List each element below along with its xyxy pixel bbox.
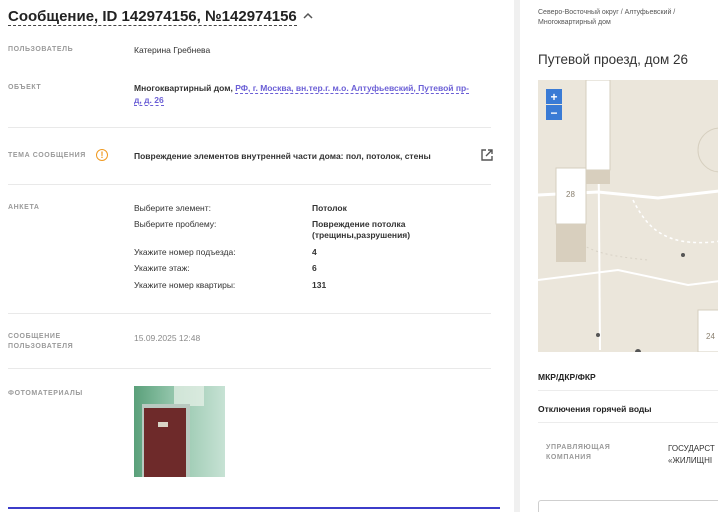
photo-door-number [158,422,168,427]
zoom-in-button[interactable]: + [546,89,562,104]
photo-door [144,408,186,477]
photo-thumbnail[interactable] [134,386,225,477]
mkr-label[interactable]: МКР/ДКР/ФКР [538,372,596,382]
divider [538,422,718,423]
address-title: Путевой проезд, дом 26 [538,52,689,67]
object-type: Многоквартирный дом, [134,83,236,93]
answer-floor: 6 [312,263,317,273]
user-label: ПОЛЬЗОВАТЕЛЬ [8,46,74,53]
mgmt-label-2: КОМПАНИЯ [546,454,592,461]
user-message-date: 15.09.2025 12:48 [134,333,201,343]
divider [8,184,491,185]
object-info-panel: Северо-Восточный округ / Алтуфьевский / … [520,0,718,512]
message-header[interactable]: Сообщение, ID 142974156, №142974156 [8,8,313,26]
building-number-28: 28 [566,190,575,199]
photo-light [174,386,204,406]
mgmt-value-1: ГОСУДАРСТ [668,444,715,453]
breadcrumb-line-2[interactable]: Многоквартирный дом [538,19,611,26]
question-floor: Укажите этаж: [134,263,190,273]
chevron-up-icon[interactable] [303,10,313,22]
mgmt-label-1: УПРАВЛЯЮЩАЯ [546,444,611,451]
question-problem: Выберите проблему: [134,219,217,229]
user-message-label-2: ПОЛЬЗОВАТЕЛЯ [8,343,74,350]
message-panel: Сообщение, ID 142974156, №142974156 ПОЛЬ… [0,0,510,512]
question-element: Выберите элемент: [134,203,211,213]
object-address-link[interactable]: РФ, г. Москва, вн.тер.г. м.о. Алтуфьевск… [235,83,470,94]
map-layer [538,80,718,352]
photos-label: ФОТОМАТЕРИАЛЫ [8,390,83,397]
message-title[interactable]: Сообщение, ID 142974156, №142974156 [8,8,297,26]
user-value: Катерина Гребнева [134,45,211,55]
topic-label: ТЕМА СООБЩЕНИЯ [8,152,86,159]
questionnaire-label: АНКЕТА [8,204,40,211]
object-address-link-cont[interactable]: д, д. 26 [134,95,164,106]
question-entrance: Укажите номер подъезда: [134,247,236,257]
answer-apartment: 131 [312,280,327,290]
answer-element: Потолок [312,203,347,213]
building-number-30: 30 [593,80,600,82]
zoom-out-button[interactable]: − [546,105,562,120]
question-apartment: Укажите номер квартиры: [134,280,236,290]
hot-water-label[interactable]: Отключения горячей воды [538,404,652,414]
object-value: Многоквартирный дом, РФ, г. Москва, вн.т… [134,82,494,106]
divider [538,390,718,391]
answer-problem-detail: (трещины,разрушения) [312,230,411,240]
answer-entrance: 4 [312,247,317,257]
warning-icon[interactable]: ! [96,149,108,161]
mgmt-value-2: «ЖИЛИЩНІ [668,456,713,465]
topic-value: Повреждение элементов внутренней части д… [134,151,431,161]
divider [8,313,491,314]
breadcrumb-line-1[interactable]: Северо-Восточный округ / Алтуфьевский / [538,9,675,16]
open-external-icon[interactable] [480,148,494,162]
breadcrumb: Северо-Восточный округ / Алтуфьевский / … [538,8,675,28]
bottom-input-box[interactable] [538,500,718,512]
divider [8,368,491,369]
focus-underline [8,507,500,509]
user-message-label-1: СООБЩЕНИЕ [8,333,61,340]
map[interactable]: 28 24 30 + − [538,80,718,352]
divider [8,127,491,128]
object-label: ОБЪЕКТ [8,84,42,91]
building-number-24: 24 [706,332,715,341]
